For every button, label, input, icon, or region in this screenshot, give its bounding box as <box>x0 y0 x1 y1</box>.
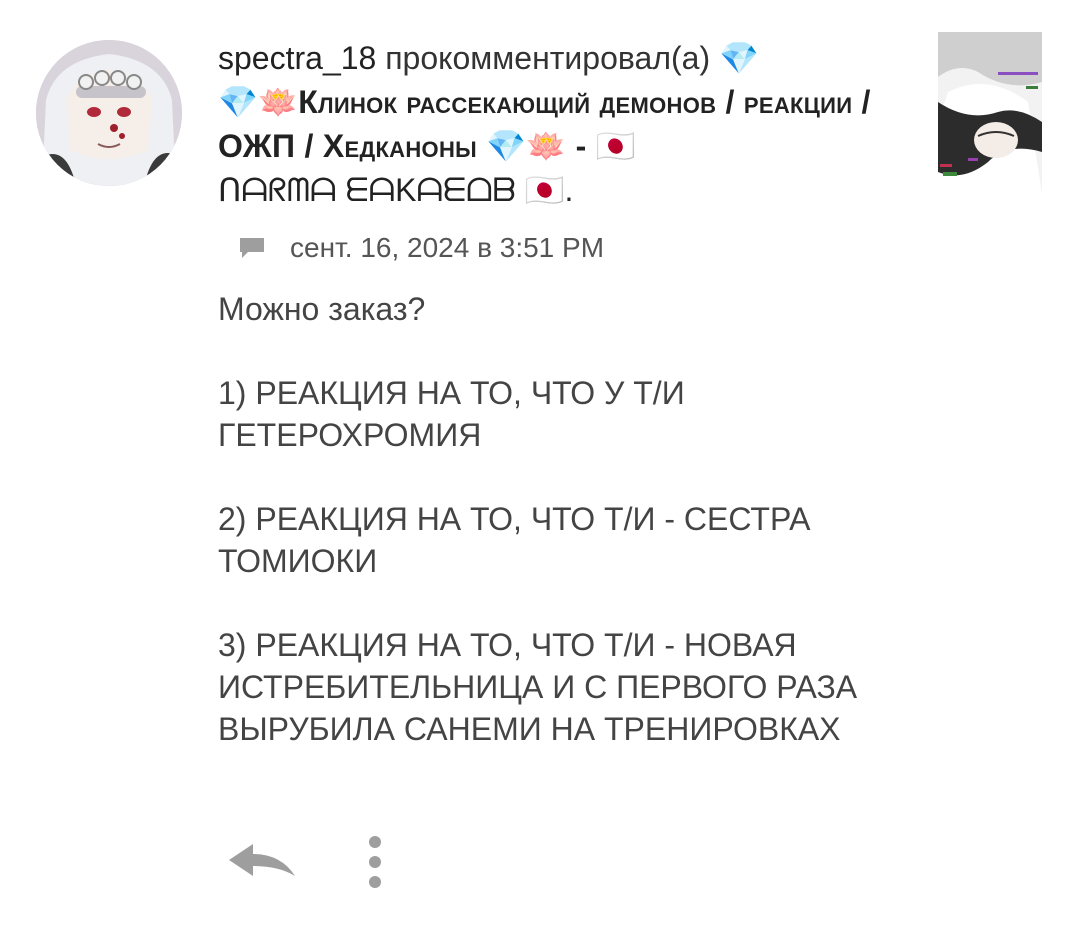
comment-item-3: 3) РЕАКЦИЯ НА ТО, ЧТО Т/И - НОВАЯ ИСТРЕБ… <box>218 627 858 747</box>
story-subtitle: ᑎᗩᖇᗰᗩ ᗴᗩKᗩᗴᗝᗷ 🇯🇵. <box>218 172 574 208</box>
action-text: прокомментировал(а) <box>385 40 711 76</box>
comment-item-2: 2) РЕАКЦИЯ НА ТО, ЧТО Т/И - СЕСТРА ТОМИО… <box>218 501 811 579</box>
more-options-button[interactable] <box>356 832 394 892</box>
avatar[interactable] <box>36 40 182 186</box>
comment-body: Можно заказ? 1) РЕАКЦИЯ НА ТО, ЧТО У Т/И… <box>218 288 898 750</box>
timestamp: сент. 16, 2024 в 3:51 PM <box>290 232 605 263</box>
story-cover-thumbnail[interactable] <box>938 32 1042 194</box>
reply-button[interactable] <box>226 836 298 886</box>
comment-meta: сент. 16, 2024 в 3:51 PM <box>238 226 604 270</box>
username-link[interactable]: spectra_18 <box>218 40 376 76</box>
comment-header: spectra_18 прокомментировал(а) 💎 💎🪷Клино… <box>218 40 871 208</box>
avatar-image <box>36 40 182 186</box>
chat-bubble-icon <box>240 238 264 258</box>
story-title-link[interactable]: 💎🪷Клинок рассекающий демонов / реакции /… <box>218 84 871 164</box>
comment-intro: Можно заказ? <box>218 291 426 327</box>
more-vertical-icon <box>369 836 381 888</box>
story-cover-image <box>938 32 1042 194</box>
comment-item-1: 1) РЕАКЦИЯ НА ТО, ЧТО У Т/И ГЕТЕРОХРОМИЯ <box>218 375 685 453</box>
reply-arrow-icon <box>229 844 295 876</box>
